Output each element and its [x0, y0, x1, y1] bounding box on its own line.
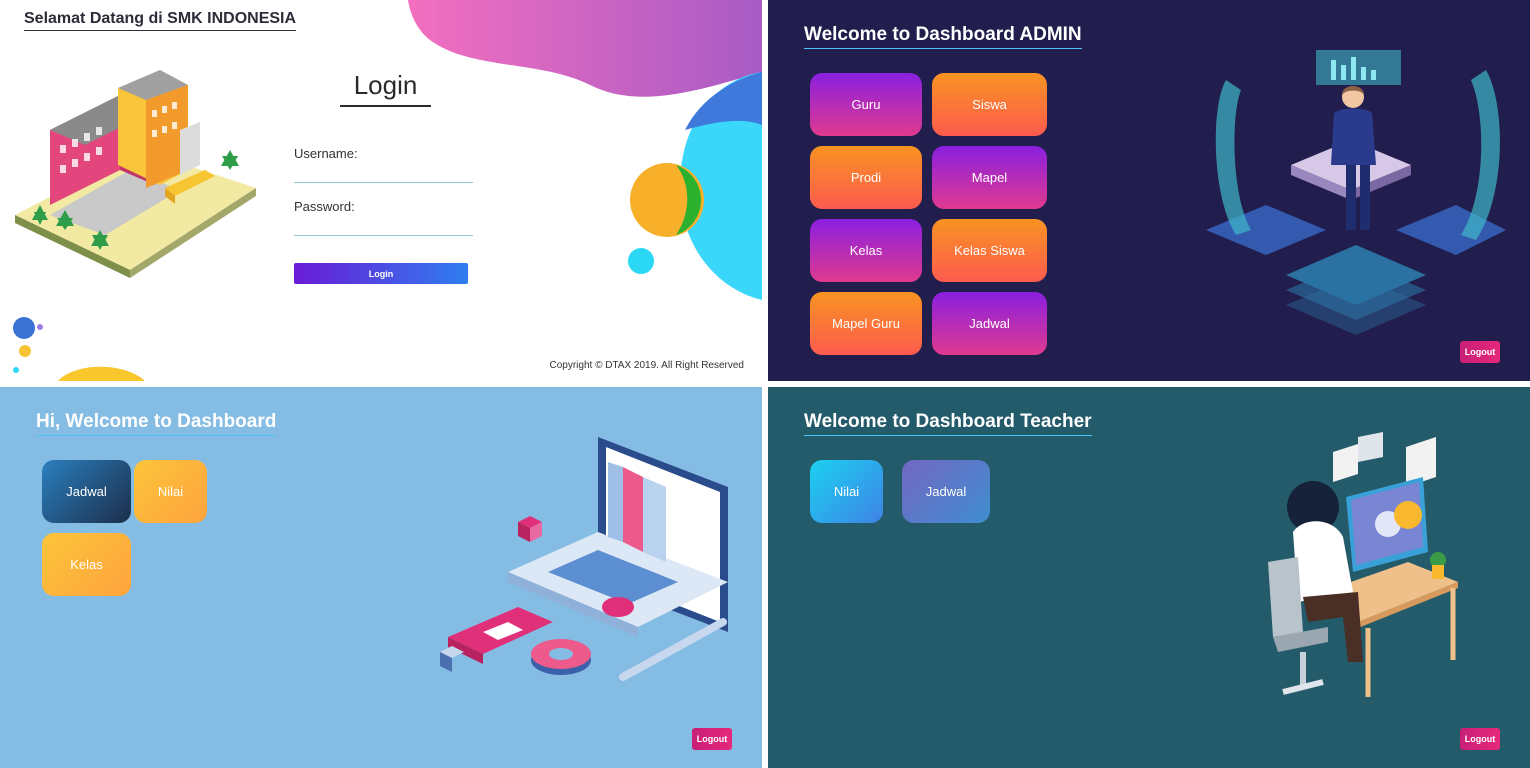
copyright-text: Copyright © DTAX 2019. All Right Reserve…	[549, 360, 745, 371]
login-panel: Selamat Datang di SMK INDONESIA Login Us…	[0, 0, 762, 381]
tile-guru[interactable]: Guru	[810, 73, 922, 136]
tile-kelas-siswa[interactable]: Kelas Siswa	[932, 219, 1047, 282]
password-label: Password:	[294, 199, 355, 214]
teacher-logout-button[interactable]: Logout	[1460, 728, 1500, 750]
teacher-computer-illustration	[1268, 432, 1458, 697]
teacher-dashboard-panel: Welcome to Dashboard Teacher Nilai Jadwa…	[768, 387, 1530, 768]
laptop-books-illustration	[440, 437, 728, 681]
tile-mapel-guru[interactable]: Mapel Guru	[810, 292, 922, 355]
student-dashboard-title: Hi, Welcome to Dashboard	[36, 411, 277, 436]
admin-dashboard-title: Welcome to Dashboard ADMIN	[804, 24, 1082, 49]
username-label: Username:	[294, 146, 358, 161]
tile-siswa[interactable]: Siswa	[932, 73, 1047, 136]
student-logout-button[interactable]: Logout	[692, 728, 732, 750]
tile-mapel[interactable]: Mapel	[932, 146, 1047, 209]
admin-dashboard-panel: Welcome to Dashboard ADMIN Guru Siswa Pr…	[768, 0, 1530, 381]
businessman-hologram-illustration	[1206, 50, 1506, 335]
school-building-illustration	[15, 70, 256, 278]
student-dashboard-panel: Hi, Welcome to Dashboard Jadwal Nilai Ke…	[0, 387, 762, 768]
tile-nilai[interactable]: Nilai	[810, 460, 883, 523]
username-input[interactable]	[294, 162, 473, 183]
tile-prodi[interactable]: Prodi	[810, 146, 922, 209]
login-heading: Login	[340, 70, 431, 107]
tile-kelas[interactable]: Kelas	[810, 219, 922, 282]
password-input[interactable]	[294, 215, 473, 236]
tile-jadwal[interactable]: Jadwal	[902, 460, 990, 523]
tile-jadwal[interactable]: Jadwal	[932, 292, 1047, 355]
admin-logout-button[interactable]: Logout	[1460, 341, 1500, 363]
welcome-title: Selamat Datang di SMK INDONESIA	[24, 10, 297, 31]
teacher-dashboard-title: Welcome to Dashboard Teacher	[804, 411, 1092, 436]
tile-nilai[interactable]: Nilai	[134, 460, 207, 523]
tile-kelas[interactable]: Kelas	[42, 533, 131, 596]
login-button[interactable]: Login	[294, 263, 468, 284]
tile-jadwal[interactable]: Jadwal	[42, 460, 131, 523]
